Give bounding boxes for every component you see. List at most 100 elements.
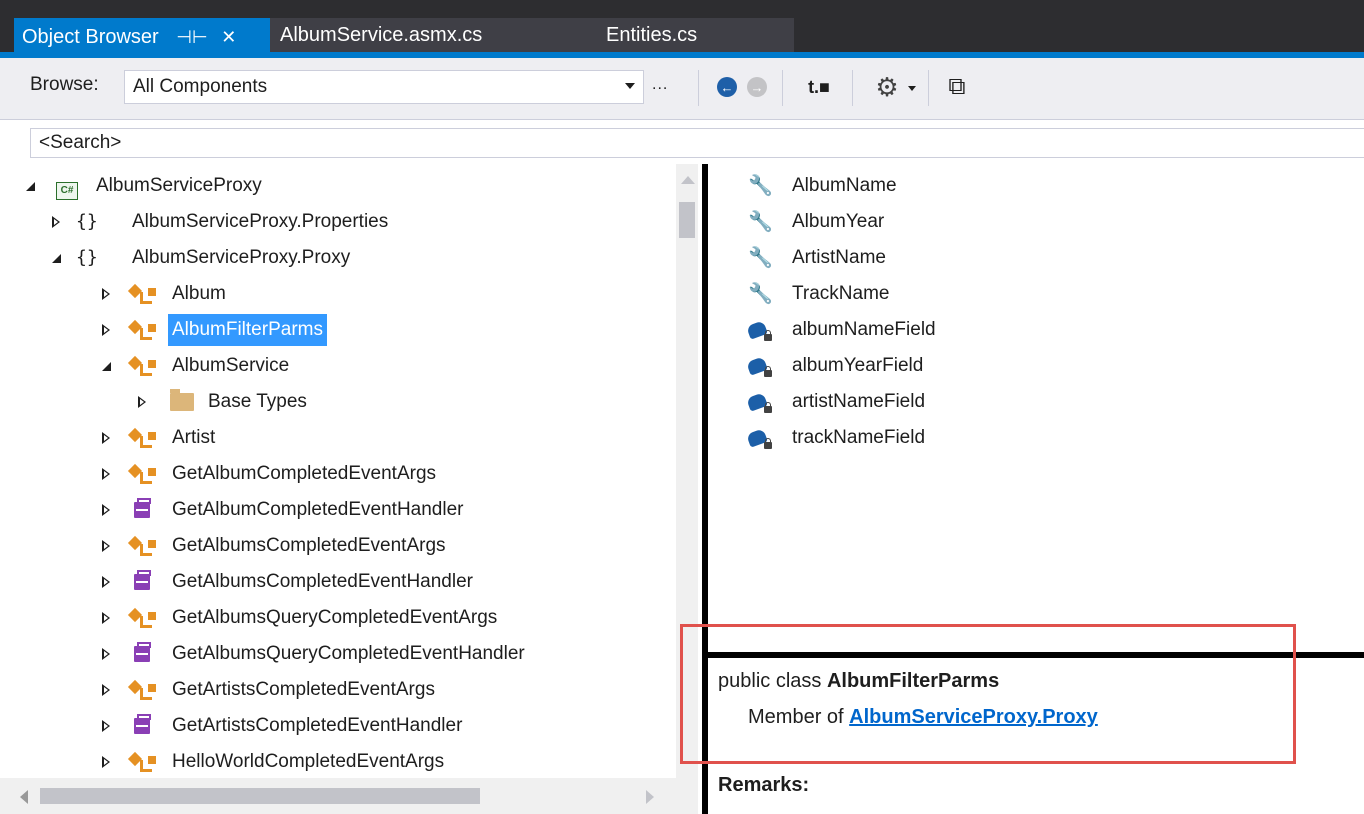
member-label: albumNameField — [792, 319, 936, 340]
tab-entities-cs[interactable]: Entities.cs — [600, 18, 794, 52]
tree-item-album[interactable]: Album — [0, 276, 670, 312]
tree-item-base-types[interactable]: Base Types — [0, 384, 670, 420]
namespace-link[interactable]: AlbumServiceProxy.Proxy — [849, 706, 1098, 728]
tree-item-artist[interactable]: Artist — [0, 420, 670, 456]
class-icon — [127, 672, 156, 708]
members-pane: 🔧 AlbumName 🔧 AlbumYear 🔧 ArtistName 🔧 T… — [708, 164, 1364, 652]
scroll-thumb[interactable] — [40, 788, 480, 804]
collapse-arrow-icon[interactable] — [136, 384, 150, 420]
tree-item-albumserviceproxy[interactable]: C# AlbumServiceProxy — [0, 168, 670, 204]
member-label: artistNameField — [792, 391, 926, 412]
tab-label: Object Browser — [22, 26, 159, 48]
member-label: AlbumYear — [792, 211, 885, 232]
delegate-icon — [134, 492, 151, 528]
collapse-arrow-icon[interactable] — [100, 492, 114, 528]
browse-scope-dropdown[interactable]: All Components — [124, 70, 644, 104]
tree-item-getalbumcompletedeventhandler[interactable]: GetAlbumCompletedEventHandler — [0, 492, 670, 528]
tree-item-getalbumsquerycompletedeventargs[interactable]: GetAlbumsQueryCompletedEventArgs — [0, 600, 670, 636]
class-icon — [127, 744, 156, 778]
tree-item-properties-namespace[interactable]: {} AlbumServiceProxy.Properties — [0, 204, 670, 240]
class-icon — [127, 528, 156, 564]
settings-button[interactable]: ⚙ — [872, 72, 902, 102]
collapse-arrow-icon[interactable] — [100, 276, 114, 312]
tree-item-getalbumsquerycompletedeventhandler[interactable]: GetAlbumsQueryCompletedEventHandler — [0, 636, 670, 672]
browse-label: Browse: — [30, 74, 99, 95]
toolbar-separator — [928, 70, 929, 106]
collapse-arrow-icon[interactable] — [100, 672, 114, 708]
tab-albumservice-asmx-cs[interactable]: AlbumService.asmx.cs — [270, 18, 600, 52]
tree-item-getalbumcompletedeventargs[interactable]: GetAlbumCompletedEventArgs — [0, 456, 670, 492]
tree-item-label: AlbumServiceProxy.Properties — [132, 211, 389, 232]
add-to-references-button[interactable]: t.■ — [792, 72, 846, 102]
csharp-project-icon: C# — [56, 168, 78, 204]
tree-item-albumservice[interactable]: AlbumService — [0, 348, 670, 384]
collapse-arrow-icon[interactable] — [100, 456, 114, 492]
signature-prefix: public class — [718, 670, 827, 692]
collapse-arrow-icon[interactable] — [100, 708, 114, 744]
tree-item-label: GetAlbumsCompletedEventArgs — [172, 535, 446, 556]
scroll-left-icon[interactable] — [20, 790, 28, 804]
tree-item-label-selected: AlbumFilterParms — [168, 314, 327, 346]
collapse-arrow-icon[interactable] — [100, 312, 114, 348]
search-input[interactable]: <Search> — [30, 128, 1364, 158]
tree-item-getartistscompletedeventargs[interactable]: GetArtistsCompletedEventArgs — [0, 672, 670, 708]
description-pane: public class AlbumFilterParms Member of … — [708, 658, 1364, 814]
tree-item-getalbumscompletedeventhandler[interactable]: GetAlbumsCompletedEventHandler — [0, 564, 670, 600]
collapse-arrow-icon[interactable] — [100, 600, 114, 636]
tree-item-label: HelloWorldCompletedEventArgs — [172, 751, 445, 772]
collapse-arrow-icon[interactable] — [100, 528, 114, 564]
document-tab-bar: Object Browser ⊣⊢ ✕ AlbumService.asmx.cs… — [0, 0, 1364, 58]
tree-vertical-scrollbar[interactable] — [676, 164, 698, 778]
browse-scope-value: All Components — [133, 76, 268, 97]
toolbar-separator — [782, 70, 783, 106]
tree-item-albumfilterparms[interactable]: AlbumFilterParms — [0, 312, 670, 348]
delegate-icon — [134, 636, 151, 672]
tab-label: Entities.cs — [606, 24, 698, 46]
collapse-arrow-icon[interactable] — [100, 636, 114, 672]
pin-icon[interactable]: ⊣⊢ — [176, 20, 207, 54]
tree-item-getartistscompletedeventhandler[interactable]: GetArtistsCompletedEventHandler — [0, 708, 670, 744]
tree-item-label: GetAlbumsCompletedEventHandler — [172, 571, 473, 592]
property-wrench-icon: 🔧 — [748, 175, 773, 197]
close-icon[interactable]: ✕ — [221, 20, 236, 54]
private-field-icon — [746, 312, 778, 348]
scroll-right-icon[interactable] — [646, 790, 654, 804]
tree-item-helloworldcompletedeventargs[interactable]: HelloWorldCompletedEventArgs — [0, 744, 670, 778]
property-wrench-icon: 🔧 — [748, 247, 773, 269]
tab-label: AlbumService.asmx.cs — [280, 24, 483, 46]
member-label: TrackName — [792, 283, 890, 304]
tree-item-label: GetArtistsCompletedEventArgs — [172, 679, 435, 700]
namespace-icon: {} — [76, 247, 98, 268]
expand-arrow-icon[interactable] — [50, 240, 64, 276]
object-tree: C# AlbumServiceProxy {} AlbumServiceProx… — [0, 164, 700, 778]
tree-item-label: AlbumServiceProxy — [96, 175, 262, 196]
add-reference-icon: t.■ — [808, 76, 830, 97]
tree-item-label: GetAlbumCompletedEventArgs — [172, 463, 437, 484]
expand-arrow-icon[interactable] — [24, 168, 38, 204]
tree-item-label: Artist — [172, 427, 216, 448]
scrollbar-corner — [676, 778, 698, 814]
view-hierarchy-button[interactable]: ⧉ — [942, 72, 972, 102]
collapse-arrow-icon[interactable] — [50, 204, 64, 240]
navigate-forward-button[interactable]: → — [742, 72, 772, 102]
tree-item-getalbumscompletedeventargs[interactable]: GetAlbumsCompletedEventArgs — [0, 528, 670, 564]
edit-custom-set-button[interactable]: ... — [652, 76, 668, 94]
class-icon — [127, 600, 156, 636]
tab-object-browser[interactable]: Object Browser ⊣⊢ ✕ — [14, 18, 270, 52]
tree-item-label: GetArtistsCompletedEventHandler — [172, 715, 463, 736]
expand-arrow-icon[interactable] — [100, 348, 114, 384]
tree-item-label: Base Types — [208, 391, 307, 412]
collapse-arrow-icon[interactable] — [100, 420, 114, 456]
tree-horizontal-scrollbar[interactable] — [0, 778, 676, 814]
tree-item-proxy-namespace[interactable]: {} AlbumServiceProxy.Proxy — [0, 240, 670, 276]
scroll-up-icon[interactable] — [681, 176, 695, 184]
chevron-down-icon[interactable] — [908, 86, 916, 91]
scroll-thumb[interactable] — [679, 202, 695, 238]
navigate-back-button[interactable]: ← — [712, 72, 742, 102]
member-label: ArtistName — [792, 247, 886, 268]
collapse-arrow-icon[interactable] — [100, 744, 114, 778]
class-icon — [127, 420, 156, 456]
tree-item-label: GetAlbumsQueryCompletedEventArgs — [172, 607, 498, 628]
collapse-arrow-icon[interactable] — [100, 564, 114, 600]
member-of-line: Member of AlbumServiceProxy.Proxy — [748, 706, 1098, 729]
